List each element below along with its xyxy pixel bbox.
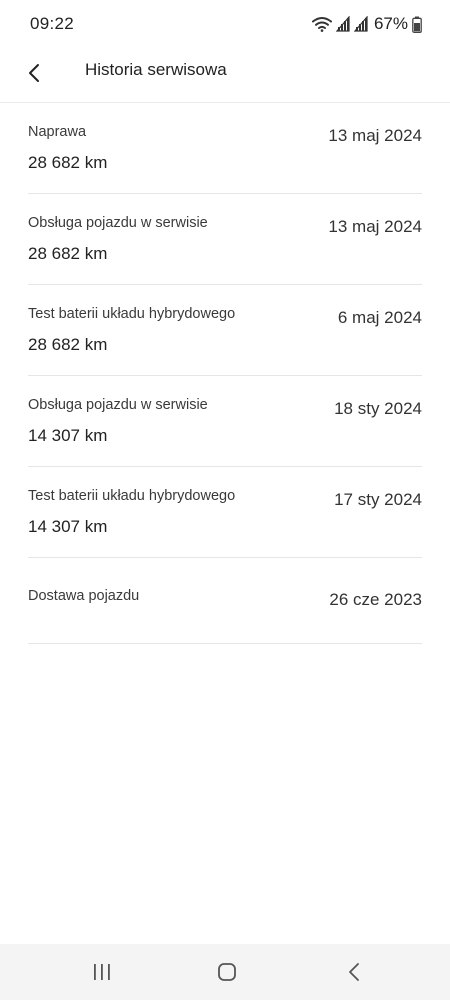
service-name: Dostawa pojazdu xyxy=(28,588,140,604)
status-bar: 09:22 67% xyxy=(0,0,450,48)
service-mileage: 28 682 km xyxy=(28,244,108,263)
service-mileage: 14 307 km xyxy=(28,426,108,445)
wifi-icon xyxy=(311,16,332,32)
back-button[interactable] xyxy=(18,57,50,89)
service-mileage: 28 682 km xyxy=(28,335,108,354)
service-record[interactable]: Naprawa 13 maj 2024 28 682 km xyxy=(28,103,422,194)
signal-icon xyxy=(335,16,350,32)
service-name: Test baterii układu hybrydowego xyxy=(28,488,236,504)
chevron-left-icon xyxy=(28,63,40,83)
service-name: Naprawa xyxy=(28,124,87,140)
system-back-button[interactable] xyxy=(340,960,368,984)
recents-button[interactable] xyxy=(88,960,116,984)
battery-percent: 67% xyxy=(373,14,408,33)
service-date: 6 maj 2024 xyxy=(337,308,422,327)
recents-icon xyxy=(91,963,113,981)
service-date: 18 sty 2024 xyxy=(334,399,422,418)
service-record[interactable]: Dostawa pojazdu 26 cze 2023 xyxy=(28,558,422,644)
home-icon xyxy=(217,962,237,982)
page-title: Historia serwisowa xyxy=(85,60,227,79)
service-record[interactable]: Test baterii układu hybrydowego 6 maj 20… xyxy=(28,285,422,376)
service-record[interactable]: Obsługa pojazdu w serwisie 18 sty 2024 1… xyxy=(28,376,422,467)
service-name: Test baterii układu hybrydowego xyxy=(28,306,236,322)
battery-icon xyxy=(412,16,422,33)
service-history-list: Naprawa 13 maj 2024 28 682 km Obsługa po… xyxy=(28,103,422,644)
back-icon xyxy=(347,962,361,982)
service-record[interactable]: Obsługa pojazdu w serwisie 13 maj 2024 2… xyxy=(28,194,422,285)
status-icons: 67% xyxy=(311,13,422,35)
status-time: 09:22 xyxy=(30,14,75,33)
service-name: Obsługa pojazdu w serwisie xyxy=(28,397,208,413)
home-button[interactable] xyxy=(213,960,241,984)
service-date: 17 sty 2024 xyxy=(334,490,422,509)
navigation-bar xyxy=(0,944,450,1000)
service-date: 13 maj 2024 xyxy=(328,217,422,236)
app-header: Historia serwisowa xyxy=(0,48,450,103)
service-record[interactable]: Test baterii układu hybrydowego 17 sty 2… xyxy=(28,467,422,558)
service-mileage: 28 682 km xyxy=(28,153,108,172)
service-date: 13 maj 2024 xyxy=(328,126,422,145)
signal-icon xyxy=(353,16,368,32)
service-mileage: 14 307 km xyxy=(28,517,108,536)
service-date: 26 cze 2023 xyxy=(329,590,422,609)
service-name: Obsługa pojazdu w serwisie xyxy=(28,215,208,231)
